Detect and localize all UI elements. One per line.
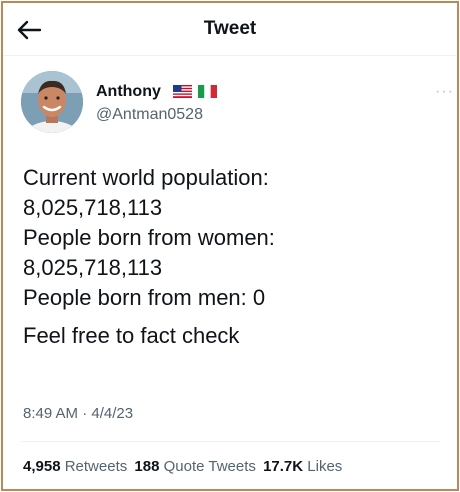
likes-stat[interactable]: 17.7K Likes <box>263 458 342 475</box>
tweet-text: Current world population: 8,025,718,113 … <box>23 163 443 351</box>
retweets-label: Retweets <box>64 458 128 475</box>
tweet-line: Current world population: <box>23 165 269 190</box>
tweet-line: 8,025,718,113 <box>23 255 163 280</box>
top-divider <box>3 55 457 56</box>
tweet-line: 8,025,718,113 <box>23 195 163 220</box>
author-display-name[interactable]: Anthony <box>96 83 161 101</box>
retweets-count: 4,958 <box>23 458 61 475</box>
tweet-line: People born from women: <box>23 225 275 250</box>
more-options-button[interactable]: ··· <box>435 83 454 101</box>
tweet-line: Feel free to fact check <box>23 323 240 348</box>
tweet-timestamp[interactable]: 8:49 AM · 4/4/23 <box>23 405 133 422</box>
quote-tweets-label: Quote Tweets <box>163 458 256 475</box>
tweet-line: People born from men: 0 <box>23 285 266 310</box>
author-flags <box>173 85 217 98</box>
quote-tweets-stat[interactable]: 188 Quote Tweets <box>134 458 255 475</box>
tweet-screenshot-frame: Tweet Anthony @Antman0528 ··· Current wo… <box>1 1 459 491</box>
top-bar: Tweet <box>3 3 457 55</box>
engagement-stats: 4,958 Retweets 188 Quote Tweets 17.7K Li… <box>23 458 342 475</box>
stats-divider <box>21 441 441 442</box>
quote-tweets-count: 188 <box>134 458 160 475</box>
avatar[interactable] <box>21 71 83 133</box>
author-handle[interactable]: @Antman0528 <box>96 106 203 124</box>
avatar-photo <box>21 71 83 133</box>
page-title: Tweet <box>203 18 257 39</box>
retweets-stat[interactable]: 4,958 Retweets <box>23 458 127 475</box>
likes-label: Likes <box>307 458 343 475</box>
us-flag-icon <box>173 85 192 98</box>
likes-count: 17.7K <box>263 458 304 475</box>
more-horizontal-icon: ··· <box>435 83 454 100</box>
italy-flag-icon <box>198 85 217 98</box>
